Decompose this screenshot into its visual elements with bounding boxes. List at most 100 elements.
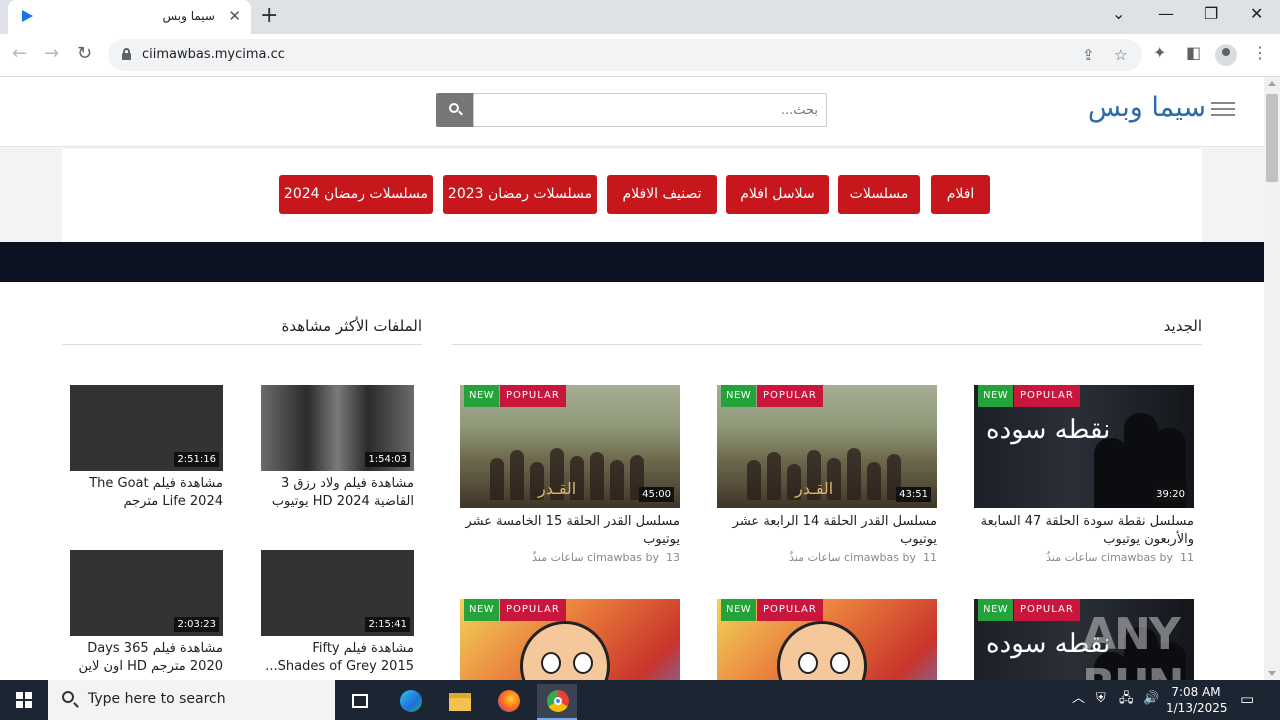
extensions-icon[interactable]: ✦: [1153, 43, 1166, 63]
taskbar-search-box[interactable]: Type here to search: [48, 680, 335, 720]
most-viewed-card[interactable]: 2:03:23 مشاهدة فيلم 365 Days 2020 مترجم …: [70, 550, 223, 676]
lock-icon[interactable]: [122, 48, 131, 60]
video-thumbnail[interactable]: 2:15:41: [261, 550, 414, 636]
address-bar[interactable]: ciimawbas.mycima.cc ⇪ ☆: [108, 39, 1142, 71]
firefox-icon[interactable]: [488, 684, 528, 720]
back-icon[interactable]: ←: [12, 44, 27, 64]
new-badge: NEW: [464, 385, 500, 407]
site-logo[interactable]: سيما وبس: [1088, 92, 1206, 123]
thumbnail-text: نقطه سوده: [986, 415, 1111, 445]
tray-chevron-icon[interactable]: ︿: [1072, 691, 1085, 707]
latest-section-title: الجديد: [1163, 317, 1202, 335]
share-icon[interactable]: ⇪: [1082, 45, 1095, 65]
video-thumbnail[interactable]: 2:51:16: [70, 385, 223, 471]
popular-badge: POPULAR: [1014, 599, 1080, 621]
most-viewed-card[interactable]: 1:54:03 مشاهدة فيلم ولاد رزق 3 القاضية 2…: [261, 385, 414, 511]
windows-start-icon[interactable]: [16, 692, 32, 708]
search-button[interactable]: [436, 93, 474, 127]
search-field[interactable]: [473, 93, 827, 127]
duration-label: 39:20: [1153, 487, 1188, 502]
tab-close-icon[interactable]: ✕: [228, 7, 241, 25]
tab-search-chevron-icon[interactable]: ⌄: [1112, 4, 1125, 24]
restore-icon[interactable]: ❐: [1204, 4, 1218, 24]
author-link[interactable]: cimawbas: [1101, 551, 1156, 564]
browser-tab[interactable]: سيما وبس ✕: [8, 0, 251, 34]
most-viewed-card[interactable]: 2:51:16 مشاهدة فيلم The Goat Life 2024 م…: [70, 385, 223, 511]
taskbar-search-text[interactable]: Type here to search: [88, 691, 226, 707]
play-icon: [22, 10, 33, 22]
minimize-icon[interactable]: —: [1158, 4, 1174, 24]
menu-item-ramadan-2024[interactable]: مسلسلات رمضان 2024: [279, 175, 433, 214]
video-title[interactable]: مشاهدة فيلم Fifty Shades of Grey 2015...: [261, 640, 414, 676]
new-tab-icon[interactable]: +: [260, 4, 278, 28]
video-thumbnail[interactable]: نقطه سوده NEW POPULAR 39:20: [974, 385, 1194, 508]
edge-icon[interactable]: [390, 684, 430, 720]
network-icon[interactable]: 🖧: [1119, 691, 1134, 707]
popular-badge: POPULAR: [757, 385, 823, 407]
video-card[interactable]: NEW POPULAR: [717, 599, 937, 680]
video-meta: 11 cimawbas by ساعات منذُ: [1046, 551, 1194, 564]
new-badge: NEW: [721, 385, 757, 407]
duration-label: 43:51: [896, 487, 931, 502]
video-thumbnail[interactable]: القـدر NEW POPULAR 45:00: [460, 385, 680, 508]
file-explorer-icon[interactable]: [439, 684, 479, 720]
menu-item-series[interactable]: مسلسلات: [838, 175, 920, 214]
menu-item-ramadan-2023[interactable]: مسلسلات رمضان 2023: [443, 175, 597, 214]
video-meta: 11 cimawbas by ساعات منذُ: [789, 551, 937, 564]
video-title[interactable]: مشاهدة فيلم 365 Days 2020 مترجم HD اون ل…: [70, 640, 223, 676]
chrome-icon[interactable]: [537, 684, 577, 720]
scroll-up-arrow-icon[interactable]: [1268, 81, 1276, 86]
url-text[interactable]: ciimawbas.mycima.cc: [142, 47, 285, 62]
video-card[interactable]: القـدر NEW POPULAR 43:51 مسلسل القدر الح…: [717, 385, 937, 564]
latest-section-divider: [452, 344, 1202, 345]
video-card[interactable]: القـدر NEW POPULAR 45:00 مسلسل القدر الح…: [460, 385, 680, 564]
dark-banner: [0, 242, 1264, 282]
video-title[interactable]: مسلسل نقطة سودة الحلقة 47 السابعة والأرب…: [974, 513, 1194, 549]
bookmark-star-icon[interactable]: ☆: [1114, 45, 1127, 65]
more-menu-icon[interactable]: ⋮: [1252, 43, 1268, 63]
menu-item-movie-collections[interactable]: سلاسل افلام: [726, 175, 829, 214]
video-title[interactable]: مشاهدة فيلم ولاد رزق 3 القاضية 2024 HD ي…: [261, 475, 414, 511]
volume-icon[interactable]: 🔊: [1143, 691, 1159, 707]
video-card[interactable]: نقطه سوده NEW POPULAR 39:20 مسلسل نقطة س…: [974, 385, 1194, 564]
side-panel-icon[interactable]: ◧: [1186, 43, 1201, 63]
scroll-down-arrow-icon[interactable]: [1268, 671, 1276, 676]
author-link[interactable]: cimawbas: [587, 551, 642, 564]
security-tray-icon[interactable]: ⛨: [1096, 691, 1106, 707]
browser-toolbar: ← → ↻ ciimawbas.mycima.cc ⇪ ☆ ✦ ◧ ⋮: [0, 34, 1280, 77]
video-card[interactable]: NEW POPULAR: [460, 599, 680, 680]
taskbar-clock[interactable]: 7:08 AM 1/13/2025: [1166, 684, 1228, 716]
duration-label: 45:00: [639, 487, 674, 502]
most-viewed-card[interactable]: 2:15:41 مشاهدة فيلم Fifty Shades of Grey…: [261, 550, 414, 676]
video-thumbnail[interactable]: القـدر NEW POPULAR 43:51: [717, 385, 937, 508]
search-icon: [62, 691, 74, 703]
video-thumbnail[interactable]: NEW POPULAR: [717, 599, 937, 680]
author-link[interactable]: cimawbas: [844, 551, 899, 564]
task-view-icon[interactable]: [340, 684, 380, 720]
menu-item-movies[interactable]: افلام: [931, 175, 990, 214]
anime-face-icon: [520, 621, 610, 680]
video-thumbnail[interactable]: 2:03:23: [70, 550, 223, 636]
video-title[interactable]: مسلسل القدر الحلقة 15 الخامسة عشر يوتيوب: [460, 513, 680, 549]
anime-face-icon: [777, 621, 867, 680]
hamburger-menu-icon[interactable]: [1211, 102, 1235, 116]
close-window-icon[interactable]: ✕: [1250, 4, 1263, 24]
reload-icon[interactable]: ↻: [77, 44, 92, 64]
video-thumbnail[interactable]: NEW POPULAR: [460, 599, 680, 680]
new-badge: NEW: [978, 599, 1014, 621]
scrollbar-thumb[interactable]: [1266, 94, 1278, 182]
profile-avatar[interactable]: [1215, 44, 1237, 66]
notifications-icon[interactable]: ▭: [1240, 691, 1254, 707]
video-title[interactable]: مسلسل القدر الحلقة 14 الرابعة عشر يوتيوب: [717, 513, 937, 549]
most-viewed-section-title: الملفات الأكثر مشاهدة: [281, 317, 423, 335]
main-menu: افلام مسلسلات سلاسل افلام تصنيف الافلام …: [62, 149, 1202, 242]
page-scrollbar[interactable]: [1264, 77, 1280, 680]
thumbnail-text: القـدر: [795, 479, 834, 498]
video-title[interactable]: مشاهدة فيلم The Goat Life 2024 مترجم: [70, 475, 223, 511]
new-badge: NEW: [978, 385, 1014, 407]
menu-item-movie-categories[interactable]: تصنيف الافلام: [607, 175, 717, 214]
page-viewport: سيما وبس افلام مسلسلات سلاسل افلام تصنيف…: [0, 77, 1264, 680]
search-input[interactable]: [474, 94, 826, 126]
video-thumbnail[interactable]: 1:54:03: [261, 385, 414, 471]
forward-icon[interactable]: →: [44, 44, 59, 64]
